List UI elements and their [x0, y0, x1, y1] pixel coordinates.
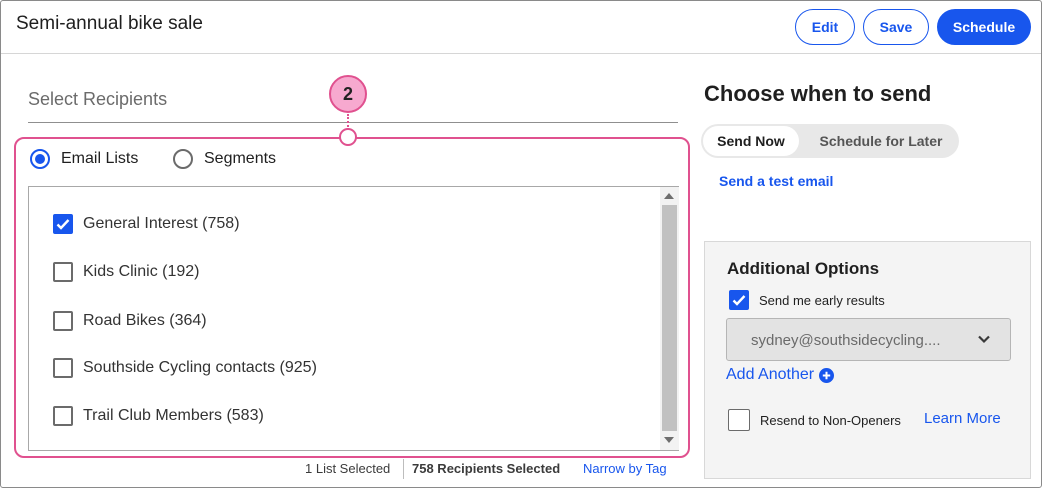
- list-item-label: Road Bikes (364): [83, 312, 207, 329]
- select-recipients-heading: Select Recipients: [28, 89, 168, 109]
- list-item-trail-club[interactable]: Trail Club Members (583): [53, 406, 264, 426]
- selected-email: sydney@southsidecycling....: [751, 332, 941, 349]
- checkbox-icon[interactable]: [53, 262, 73, 282]
- checkbox-checked-icon[interactable]: [729, 290, 749, 310]
- radio-selected-icon: [30, 149, 50, 169]
- campaign-title: Semi-annual bike sale: [16, 13, 203, 34]
- list-item-label: Trail Club Members (583): [83, 407, 264, 424]
- scroll-down-icon[interactable]: [664, 437, 674, 443]
- summary-divider: [403, 459, 404, 479]
- callout-ring: [339, 128, 357, 146]
- add-another-label: Add Another: [726, 366, 815, 383]
- list-item-road-bikes[interactable]: Road Bikes (364): [53, 311, 207, 331]
- checkbox-checked-icon[interactable]: [53, 214, 73, 234]
- radio-label: Segments: [204, 150, 277, 167]
- scroll-up-icon[interactable]: [664, 193, 674, 199]
- callout-badge: 2: [329, 75, 367, 113]
- list-item-label: Kids Clinic (192): [83, 263, 200, 280]
- send-test-email-link[interactable]: Send a test email: [719, 173, 833, 189]
- additional-options-panel: Additional Options Send me early results…: [704, 241, 1031, 479]
- list-item-general-interest[interactable]: General Interest (758): [53, 214, 240, 234]
- radio-label: Email Lists: [61, 150, 139, 167]
- list-item-label: General Interest (758): [83, 215, 240, 232]
- list-item-southside-cycling[interactable]: Southside Cycling contacts (925): [53, 358, 317, 378]
- list-scrollbar[interactable]: [660, 187, 679, 450]
- add-another-link[interactable]: Add Another: [726, 366, 835, 384]
- chevron-down-icon: [978, 335, 990, 344]
- heading-underline: [28, 122, 678, 123]
- edit-button[interactable]: Edit: [795, 9, 855, 45]
- tab-send-now[interactable]: Send Now: [703, 126, 799, 156]
- learn-more-link[interactable]: Learn More: [924, 410, 1001, 427]
- resend-option: Resend to Non-Openers: [728, 409, 901, 431]
- additional-options-title: Additional Options: [727, 259, 880, 278]
- choose-when-heading: Choose when to send: [704, 81, 932, 106]
- recipients-selected-count: 758 Recipients Selected: [412, 461, 561, 476]
- radio-segments[interactable]: Segments: [173, 149, 276, 169]
- checkbox-icon[interactable]: [53, 311, 73, 331]
- campaign-window: Semi-annual bike sale Edit Save Schedule…: [0, 0, 1042, 488]
- lists-selected-count: 1 List Selected: [305, 461, 391, 476]
- resend-label: Resend to Non-Openers: [760, 412, 901, 428]
- save-button[interactable]: Save: [863, 9, 929, 45]
- scroll-thumb[interactable]: [662, 205, 677, 431]
- plus-circle-icon: [819, 367, 835, 383]
- radio-unselected-icon: [173, 149, 193, 169]
- header-bar: Semi-annual bike sale Edit Save Schedule: [1, 1, 1041, 54]
- list-item-label: Southside Cycling contacts (925): [83, 359, 317, 376]
- narrow-by-tag-link[interactable]: Narrow by Tag: [583, 461, 667, 476]
- radio-email-lists[interactable]: Email Lists: [30, 149, 138, 169]
- list-item-kids-clinic[interactable]: Kids Clinic (192): [53, 262, 199, 282]
- checkbox-icon[interactable]: [53, 358, 73, 378]
- early-results-label: Send me early results: [759, 292, 885, 308]
- early-results-option[interactable]: Send me early results: [729, 290, 885, 310]
- send-timing-toggle: Send Now Schedule for Later: [701, 124, 959, 158]
- email-lists-box: General Interest (758) Kids Clinic (192)…: [28, 186, 679, 451]
- schedule-button[interactable]: Schedule: [937, 9, 1031, 45]
- tab-schedule-later[interactable]: Schedule for Later: [809, 126, 953, 156]
- early-results-email-select[interactable]: sydney@southsidecycling....: [726, 318, 1011, 361]
- checkbox-icon[interactable]: [728, 409, 750, 431]
- checkbox-icon[interactable]: [53, 406, 73, 426]
